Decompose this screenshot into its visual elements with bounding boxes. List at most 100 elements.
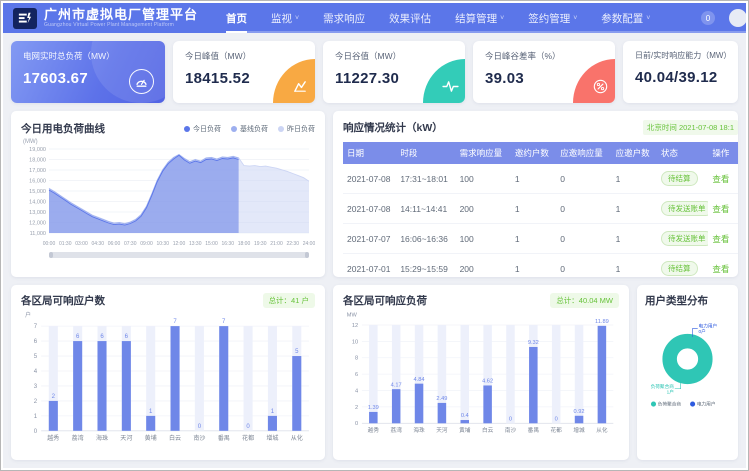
chevron-down-icon: ˅ xyxy=(573,15,577,22)
nav-item-6[interactable]: 参数配置˅ xyxy=(589,3,662,33)
dashboard-main: 电网实时总负荷（MW） 17603.67 今日峰值（MW） 18415.52 xyxy=(3,33,746,468)
donut-ring xyxy=(670,341,706,377)
kpi-label: 日前/实时响应能力（MW） xyxy=(635,50,726,61)
y-tick-label: 16,000 xyxy=(29,179,46,185)
action-cell: 查看 xyxy=(708,224,738,254)
action-cell: 查看 xyxy=(708,254,738,278)
responsive-users-chart[interactable]: 户012345672越秀6荔湾6海珠6天河1黄埔7白云0南沙7番禺0花都1增城5… xyxy=(21,308,315,445)
x-tick-label: 04:30 xyxy=(91,241,104,247)
status-cell: 待发送账单 xyxy=(657,224,708,254)
kpi-card-peak-valley-rate: 今日峰谷差率（%） 39.03 xyxy=(473,41,615,103)
status-cell: 待结算 xyxy=(657,254,708,278)
table-cell: 15:29~15:59 xyxy=(396,254,455,278)
status-badge: 待发送账单 xyxy=(661,201,708,216)
load-curve-chart[interactable]: 11,00012,00013,00014,00015,00016,00017,0… xyxy=(21,145,315,249)
x-tick-label: 增城 xyxy=(266,434,278,442)
table-cell: 2021-07-07 xyxy=(343,224,396,254)
app-subtitle: Guangzhou Virtual Power Plant Management… xyxy=(44,23,198,28)
y-axis-unit: MW xyxy=(347,313,358,319)
y-tick-label: 4 xyxy=(355,388,358,394)
view-link[interactable]: 查看 xyxy=(712,204,729,214)
bar xyxy=(219,326,228,431)
chevron-down-icon: ˅ xyxy=(646,15,650,22)
table-column-header: 状态 xyxy=(657,142,708,164)
y-tick-label: 6 xyxy=(34,339,38,345)
y-tick-label: 8 xyxy=(355,356,358,362)
view-link[interactable]: 查看 xyxy=(712,234,729,244)
table-cell: 100 xyxy=(456,164,511,194)
nav-item-3[interactable]: 效果评估 xyxy=(377,3,443,33)
table-cell: 2021-07-08 xyxy=(343,194,396,224)
user-type-donut-chart[interactable]: 电力用户0户负荷聚合商1户负荷聚合商电力用户 xyxy=(645,308,730,410)
bar xyxy=(49,401,58,431)
status-cell: 待结算 xyxy=(657,164,708,194)
avatar[interactable] xyxy=(729,9,746,27)
chart-zoom-scrollbar[interactable] xyxy=(49,252,309,258)
bar-track xyxy=(146,326,155,431)
table-header-row: 日期时段需求响应量邀约户数应邀响应量应邀户数状态操作 xyxy=(343,142,738,164)
x-tick-label: 增城 xyxy=(573,426,585,434)
table-cell: 1 xyxy=(612,194,657,224)
view-link[interactable]: 查看 xyxy=(712,174,729,184)
y-tick-label: 15,000 xyxy=(29,189,46,195)
bar xyxy=(97,341,106,431)
legend-dot xyxy=(184,126,190,132)
bar-track xyxy=(552,325,561,423)
table-cell: 1 xyxy=(612,224,657,254)
nav-item-5[interactable]: 签约管理˅ xyxy=(516,3,589,33)
x-tick-label: 18:00 xyxy=(238,241,251,247)
table-column-header: 邀约户数 xyxy=(511,142,556,164)
nav-item-2[interactable]: 需求响应 xyxy=(311,3,377,33)
legend-dot xyxy=(690,402,695,407)
app-logo xyxy=(13,8,37,29)
x-tick-label: 海珠 xyxy=(413,426,425,434)
y-tick-label: 0 xyxy=(355,421,358,427)
legend-item[interactable]: 今日负荷 xyxy=(184,124,221,134)
action-cell: 查看 xyxy=(708,194,738,224)
table-cell: 1 xyxy=(612,164,657,194)
kpi-label: 今日峰值（MW） xyxy=(185,50,303,62)
x-tick-label: 19:30 xyxy=(254,241,267,247)
bar-track xyxy=(244,326,253,431)
nav-item-4[interactable]: 结算管理˅ xyxy=(443,3,516,33)
x-tick-label: 06:00 xyxy=(108,241,121,247)
view-link[interactable]: 查看 xyxy=(712,264,729,274)
y-tick-label: 19,000 xyxy=(29,147,46,153)
load-curve-legend: 今日负荷基线负荷昨日负荷 xyxy=(184,124,315,134)
y-tick-label: 11,000 xyxy=(30,231,46,237)
nav-item-0[interactable]: 首页 xyxy=(214,3,259,33)
x-tick-label: 16:30 xyxy=(221,241,234,247)
bar-value-label: 0.4 xyxy=(461,413,469,419)
table-cell: 14:11~14:41 xyxy=(396,194,455,224)
bar-track xyxy=(195,326,204,431)
responsive-load-chart[interactable]: MW0246810121.39越秀4.17荔湾4.84海珠2.49天河0.4黄埔… xyxy=(343,308,619,437)
legend-item[interactable]: 昨日负荷 xyxy=(278,124,315,134)
x-tick-label: 13:30 xyxy=(189,241,202,247)
kpi-card-realtime-load: 电网实时总负荷（MW） 17603.67 xyxy=(11,41,165,103)
area-series xyxy=(49,155,239,233)
response-stats-panel: 响应情况统计（kW） 北京时间 2021-07-08 18:1 日期时段需求响应… xyxy=(333,111,738,277)
x-tick-label: 12:00 xyxy=(173,241,186,247)
x-tick-label: 海珠 xyxy=(96,434,108,442)
top-nav-bar: 广州市虚拟电厂管理平台 Guangzhou Virtual Power Plan… xyxy=(3,3,746,33)
nav-item-1[interactable]: 监视˅ xyxy=(259,3,311,33)
response-stats-title: 响应情况统计（kW） xyxy=(343,120,443,135)
brand-block: 广州市虚拟电厂管理平台 Guangzhou Virtual Power Plan… xyxy=(44,8,198,28)
legend-label: 今日负荷 xyxy=(193,124,221,134)
bar xyxy=(529,347,538,423)
y-tick-label: 2 xyxy=(34,399,38,405)
percent-icon xyxy=(573,59,615,103)
beijing-time-badge: 北京时间 2021-07-08 18:1 xyxy=(643,120,738,135)
table-cell: 16:06~16:36 xyxy=(396,224,455,254)
y-tick-label: 17,000 xyxy=(29,168,46,174)
x-tick-label: 白云 xyxy=(482,426,494,434)
x-tick-label: 天河 xyxy=(120,434,132,442)
x-tick-label: 荔湾 xyxy=(72,434,84,442)
x-tick-label: 09:00 xyxy=(140,241,153,247)
x-tick-label: 南沙 xyxy=(505,426,517,434)
table-cell: 200 xyxy=(456,194,511,224)
kpi-card-today-valley: 今日谷值（MW） 11227.30 xyxy=(323,41,465,103)
legend-item[interactable]: 基线负荷 xyxy=(231,124,268,134)
table-column-header: 时段 xyxy=(396,142,455,164)
notification-badge[interactable]: 0 xyxy=(701,11,715,25)
